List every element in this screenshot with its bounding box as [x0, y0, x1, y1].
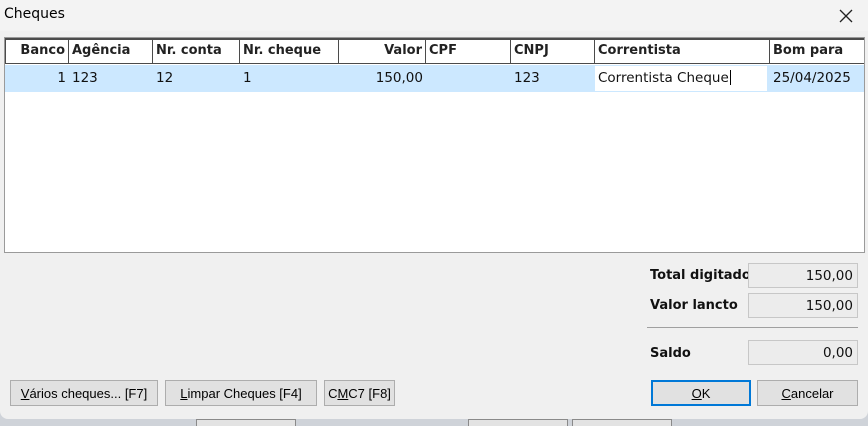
col-nr-conta[interactable]: Nr. conta: [153, 40, 240, 63]
col-banco[interactable]: Banco: [6, 40, 69, 63]
totals-separator: [647, 327, 858, 328]
cell-correntista-editor[interactable]: Correntista Cheque: [595, 66, 767, 91]
col-bom-para[interactable]: Bom para: [770, 40, 864, 63]
saldo-label: Saldo: [650, 346, 691, 361]
limpar-cheques-button[interactable]: Limpar Cheques [F4]: [165, 380, 317, 406]
background-button: [196, 419, 296, 426]
cell-banco[interactable]: 1: [5, 65, 69, 92]
col-cnpj[interactable]: CNPJ: [511, 40, 595, 63]
cell-cnpj[interactable]: 123: [511, 65, 595, 92]
close-icon: [839, 9, 853, 22]
cell-valor[interactable]: 150,00: [339, 65, 426, 92]
col-correntista[interactable]: Correntista: [595, 40, 770, 63]
cell-agencia[interactable]: 123: [69, 65, 153, 92]
col-nr-cheque[interactable]: Nr. cheque: [240, 40, 339, 63]
varios-cheques-button[interactable]: Vários cheques... [F7]: [10, 380, 158, 406]
text-caret: [729, 70, 731, 85]
col-agencia[interactable]: Agência: [69, 40, 153, 63]
total-digitado-label: Total digitado: [650, 268, 751, 283]
cmc7-button[interactable]: C M C7 [F8]: [324, 380, 395, 406]
cell-nr-conta[interactable]: 12: [153, 65, 240, 92]
close-button[interactable]: [824, 0, 868, 31]
cheques-grid[interactable]: Banco Agência Nr. conta Nr. cheque Valor…: [4, 37, 865, 253]
title-bar: Cheques: [0, 0, 868, 31]
background-button: [572, 419, 672, 426]
cell-cpf[interactable]: [426, 65, 511, 92]
background-button: [468, 419, 568, 426]
cancelar-button[interactable]: Cancelar: [757, 380, 858, 406]
grid-header: Banco Agência Nr. conta Nr. cheque Valor…: [5, 38, 864, 64]
total-digitado-value: 150,00: [748, 263, 858, 288]
cell-nr-cheque[interactable]: 1: [240, 65, 339, 92]
cheques-dialog: Cheques Banco Agência Nr. conta Nr. cheq…: [0, 0, 868, 419]
window-title: Cheques: [4, 6, 65, 22]
col-valor[interactable]: Valor: [339, 40, 426, 63]
table-row[interactable]: 1 123 12 1 150,00 123 Correntista Cheque…: [5, 65, 864, 92]
ok-button[interactable]: OK: [651, 380, 751, 406]
saldo-value: 0,00: [748, 340, 858, 365]
valor-lancto-label: Valor lancto: [650, 298, 738, 313]
cell-bom-para[interactable]: 25/04/2025: [770, 65, 864, 92]
cell-correntista: Correntista Cheque: [598, 70, 729, 86]
col-cpf[interactable]: CPF: [426, 40, 511, 63]
valor-lancto-value: 150,00: [748, 293, 858, 318]
